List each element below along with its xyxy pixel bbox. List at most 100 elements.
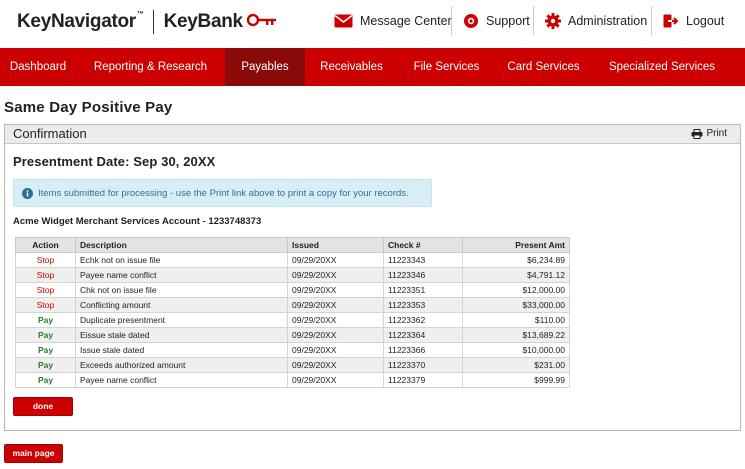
row-issued: 09/29/20XX	[287, 282, 384, 298]
row-check-number: 11223351	[383, 282, 463, 298]
message-center-link[interactable]: Message Center	[334, 7, 452, 35]
nav-payables[interactable]: Payables	[225, 48, 305, 86]
col-present-amt: Present Amt	[462, 237, 570, 253]
row-action: Stop	[15, 252, 76, 268]
presentment-date: Presentment Date: Sep 30, 20XX	[13, 154, 216, 169]
row-issued: 09/29/20XX	[287, 327, 384, 343]
row-description: Payee name conflict	[75, 267, 288, 283]
row-action: Pay	[15, 342, 76, 358]
done-button[interactable]: done	[13, 397, 73, 416]
row-description: Issue stale dated	[75, 342, 288, 358]
row-issued: 09/29/20XX	[287, 312, 384, 328]
table-header-row: Action Description Issued Check # Presen…	[15, 237, 570, 253]
row-present-amt: $231.00	[462, 357, 570, 373]
row-present-amt: $110.00	[462, 312, 570, 328]
row-action: Stop	[15, 267, 76, 283]
main-page-button[interactable]: main page	[4, 444, 63, 463]
col-description: Description	[75, 237, 288, 253]
keynavigator-wordmark: KeyNavigator™	[17, 11, 144, 32]
administration-label: Administration	[568, 14, 648, 28]
envelope-icon	[334, 14, 353, 28]
logout-label: Logout	[686, 14, 725, 28]
row-present-amt: $12,000.00	[462, 282, 570, 298]
table-row: Pay Duplicate presentment 09/29/20XX 112233…	[15, 312, 570, 328]
key-icon	[246, 11, 277, 33]
table-row: Stop Conflicting amount 09/29/20XX 11223353…	[15, 297, 570, 313]
nav-specialized-services[interactable]: Specialized Services	[592, 48, 732, 86]
row-check-number: 11223379	[383, 372, 463, 388]
row-present-amt: $10,000.00	[462, 342, 570, 358]
logout-link[interactable]: Logout	[663, 7, 724, 35]
row-action: Pay	[15, 357, 76, 373]
row-issued: 09/29/20XX	[287, 297, 384, 313]
row-check-number: 11223370	[383, 357, 463, 373]
panel-title: Confirmation	[13, 126, 87, 141]
logout-icon	[663, 14, 679, 28]
items-table: Action Description Issued Check # Presen…	[15, 237, 570, 388]
support-link[interactable]: Support	[463, 7, 530, 35]
nav-reporting-research[interactable]: Reporting & Research	[76, 48, 225, 86]
utility-divider	[451, 6, 452, 35]
administration-link[interactable]: Administration	[545, 7, 647, 35]
col-issued: Issued	[287, 237, 384, 253]
row-present-amt: $33,000.00	[462, 297, 570, 313]
row-issued: 09/29/20XX	[287, 252, 384, 268]
nav-file-services[interactable]: File Services	[398, 48, 495, 86]
keybank-wordmark: KeyBank	[164, 11, 277, 33]
table-row: Stop Chk not on issue file 09/29/20XX 11223…	[15, 282, 570, 298]
info-alert: Items submitted for processing - use the…	[13, 179, 432, 207]
top-bar: KeyNavigator™ KeyBank Message Center Sup…	[0, 0, 745, 47]
row-present-amt: $6,234.89	[462, 252, 570, 268]
table-row: Stop Payee name conflict 09/29/20XX 1122334…	[15, 267, 570, 283]
row-issued: 09/29/20XX	[287, 267, 384, 283]
row-description: Duplicate presentment	[75, 312, 288, 328]
info-message: Items submitted for processing - use the…	[38, 187, 409, 199]
table-row: Pay Eissue stale dated 09/29/20XX 11223364 $…	[15, 327, 570, 343]
row-check-number: 11223366	[383, 342, 463, 358]
info-icon	[22, 187, 33, 199]
gear-icon	[545, 13, 561, 29]
row-check-number: 11223364	[383, 327, 463, 343]
row-present-amt: $4,791.12	[462, 267, 570, 283]
printer-icon	[691, 128, 703, 139]
row-check-number: 11223353	[383, 297, 463, 313]
row-description: Echk not on issue file	[75, 252, 288, 268]
table-row: Pay Exceeds authorized amount 09/29/20XX 11…	[15, 357, 570, 373]
row-issued: 09/29/20XX	[287, 342, 384, 358]
panel-header: Confirmation Print	[5, 125, 740, 144]
nav-dashboard[interactable]: Dashboard	[0, 48, 76, 86]
row-action: Pay	[15, 312, 76, 328]
nav-card-services[interactable]: Card Services	[495, 48, 592, 86]
col-check: Check #	[383, 237, 463, 253]
account-name: Acme Widget Merchant Services Account - …	[13, 216, 262, 227]
support-label: Support	[486, 14, 530, 28]
main-nav: Dashboard Reporting & Research Payables …	[0, 48, 745, 86]
table-body: Stop Echk not on issue file 09/29/20XX 1122…	[15, 252, 570, 388]
utility-divider	[533, 6, 534, 35]
col-action: Action	[15, 237, 76, 253]
nav-receivables[interactable]: Receivables	[305, 48, 398, 86]
row-description: Payee name conflict	[75, 372, 288, 388]
row-description: Exceeds authorized amount	[75, 357, 288, 373]
table-row: Pay Issue stale dated 09/29/20XX 11223366 $1…	[15, 342, 570, 358]
confirmation-panel: Confirmation Print Presentment Date: Sep…	[4, 124, 741, 431]
row-action: Stop	[15, 297, 76, 313]
row-description: Chk not on issue file	[75, 282, 288, 298]
page-title: Same Day Positive Pay	[4, 99, 173, 116]
row-action: Stop	[15, 282, 76, 298]
utility-divider	[651, 6, 652, 35]
print-label: Print	[706, 128, 727, 139]
row-description: Eissue stale dated	[75, 327, 288, 343]
row-check-number: 11223346	[383, 267, 463, 283]
support-lifebuoy-icon	[464, 14, 478, 28]
row-action: Pay	[15, 327, 76, 343]
message-center-label: Message Center	[360, 14, 452, 28]
row-issued: 09/29/20XX	[287, 372, 384, 388]
brand-logo: KeyNavigator™ KeyBank	[17, 10, 277, 34]
table-row: Pay Payee name conflict 09/29/20XX 11223379…	[15, 372, 570, 388]
print-link[interactable]: Print	[691, 128, 727, 139]
row-action: Pay	[15, 372, 76, 388]
row-present-amt: $13,689.22	[462, 327, 570, 343]
row-description: Conflicting amount	[75, 297, 288, 313]
row-check-number: 11223362	[383, 312, 463, 328]
